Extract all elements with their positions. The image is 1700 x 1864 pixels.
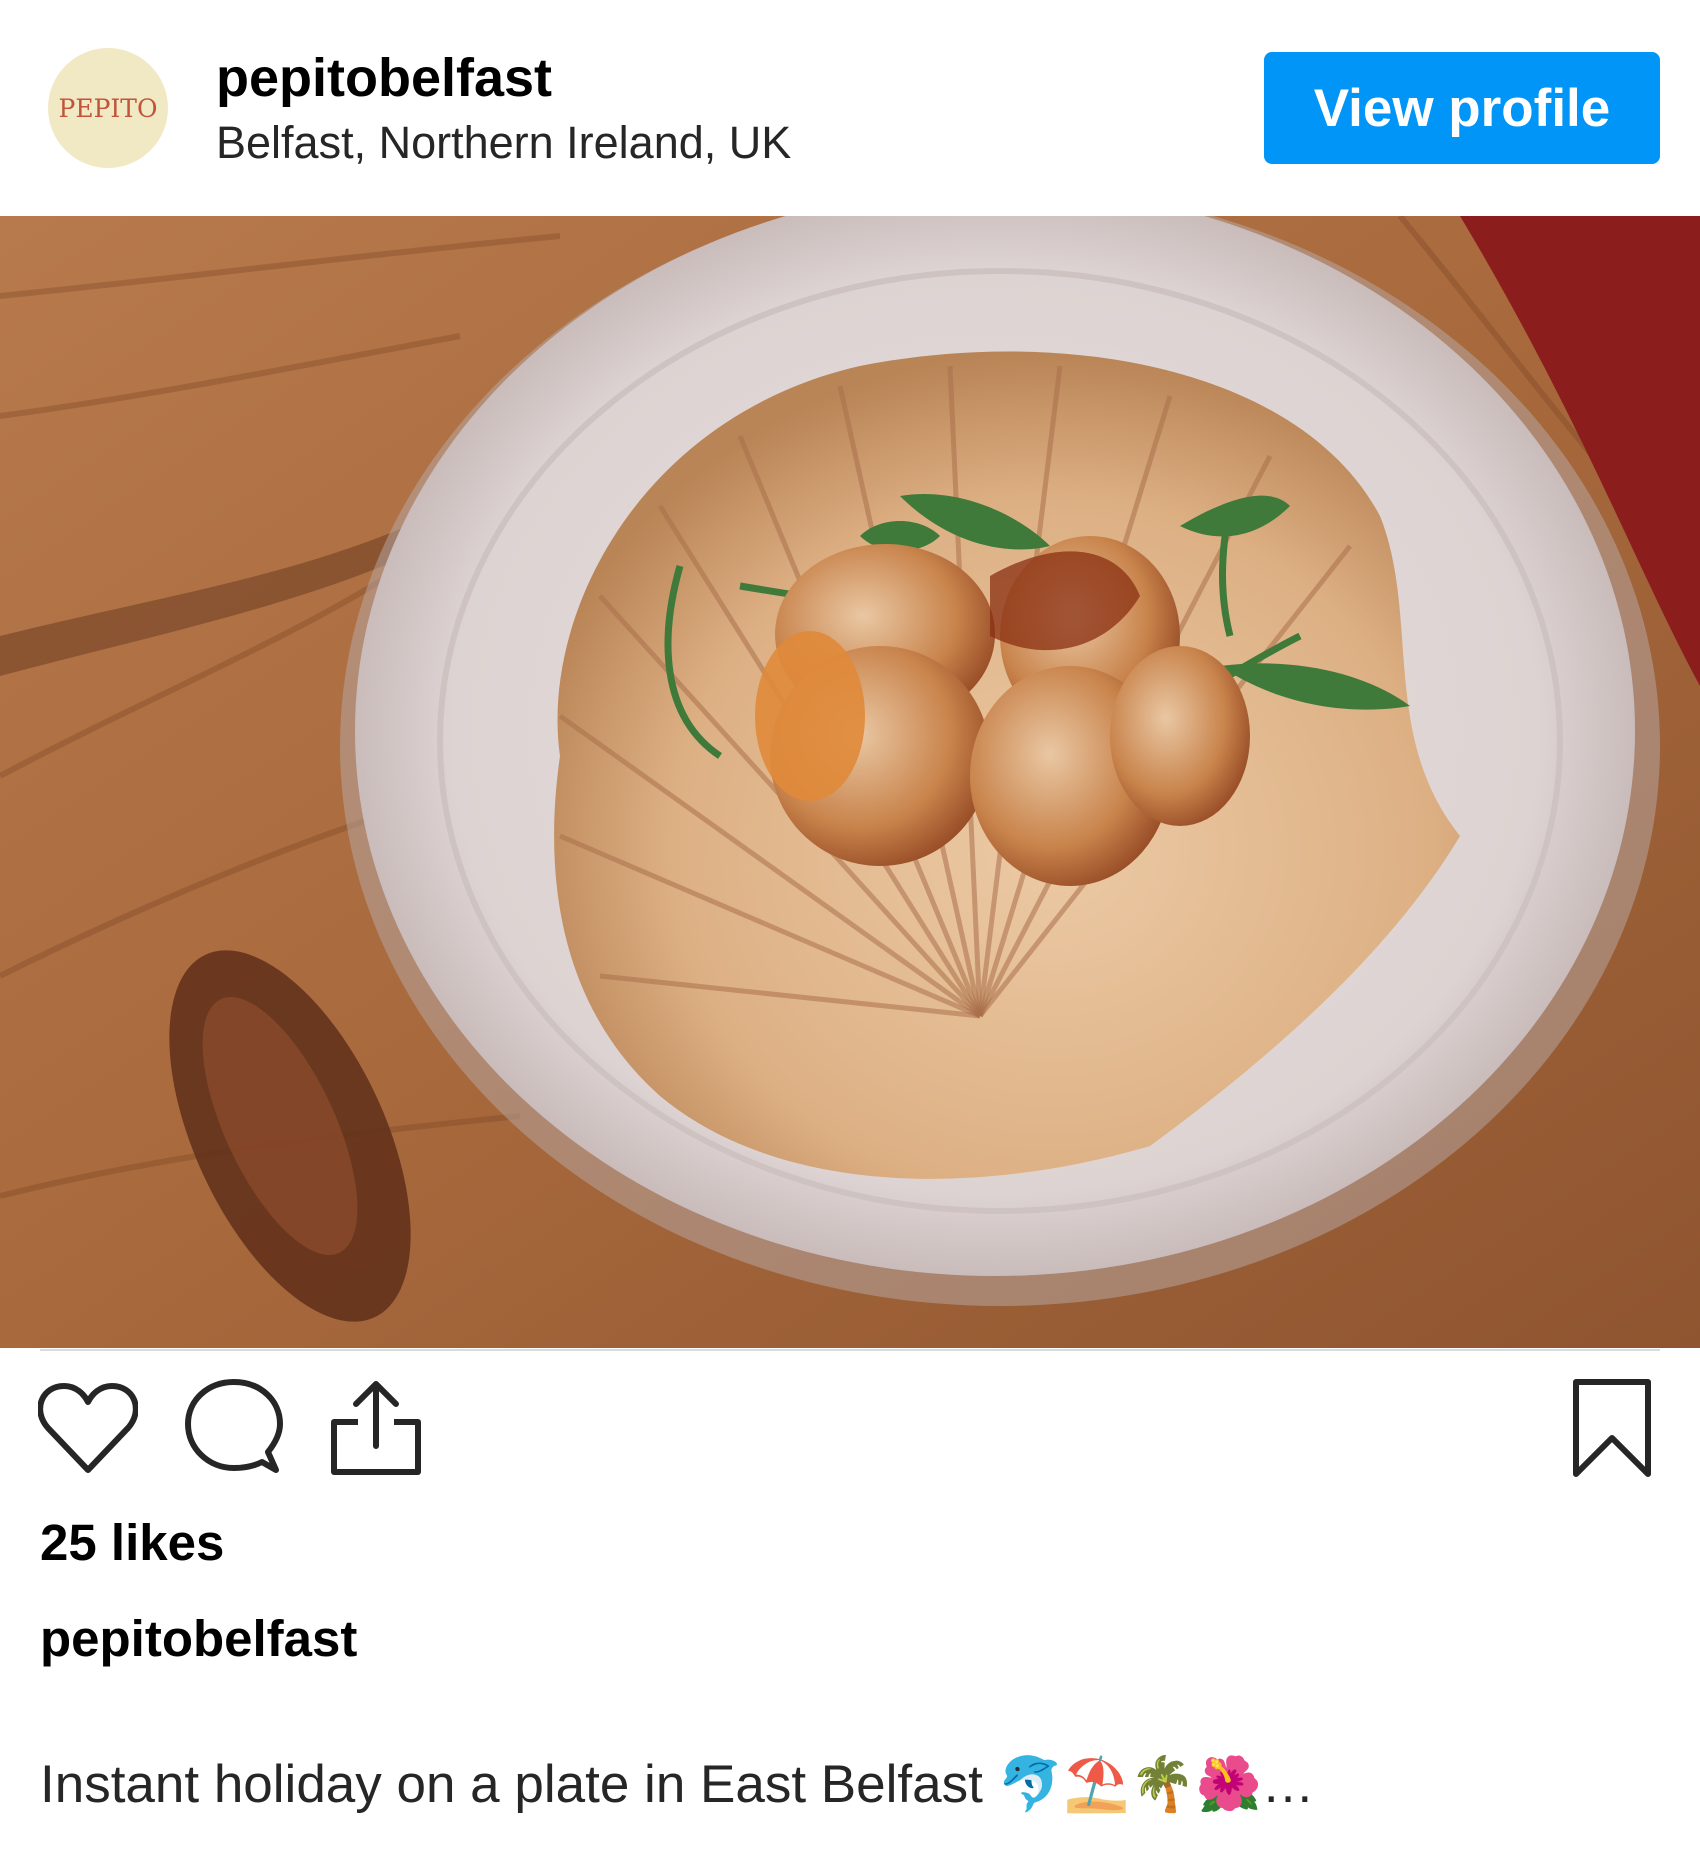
comment-button[interactable]: [182, 1376, 286, 1480]
account-username[interactable]: pepitobelfast: [216, 46, 552, 110]
view-profile-button[interactable]: View profile: [1264, 52, 1660, 164]
scallop-dish-image: [0, 216, 1700, 1348]
bookmark-icon: [1573, 1379, 1651, 1477]
comment-bubble-icon: [185, 1379, 283, 1473]
caption-text: Instant holiday on a plate in East Belfa…: [40, 1755, 1315, 1814]
share-button[interactable]: [324, 1376, 428, 1480]
avatar[interactable]: PEPITO: [48, 48, 168, 168]
likes-count[interactable]: 25 likes: [40, 1512, 224, 1574]
share-upload-icon: [331, 1381, 421, 1475]
save-button[interactable]: [1560, 1376, 1664, 1480]
post-location[interactable]: Belfast, Northern Ireland, UK: [216, 114, 791, 172]
heart-icon: [38, 1383, 138, 1473]
post-photo[interactable]: [0, 216, 1700, 1348]
caption-username[interactable]: pepitobelfast: [40, 1608, 357, 1670]
avatar-logo-text: PEPITO: [58, 93, 158, 123]
post-header: PEPITO pepitobelfast Belfast, Northern I…: [0, 0, 1700, 216]
photo-divider: [40, 1349, 1660, 1351]
like-button[interactable]: [36, 1376, 140, 1480]
